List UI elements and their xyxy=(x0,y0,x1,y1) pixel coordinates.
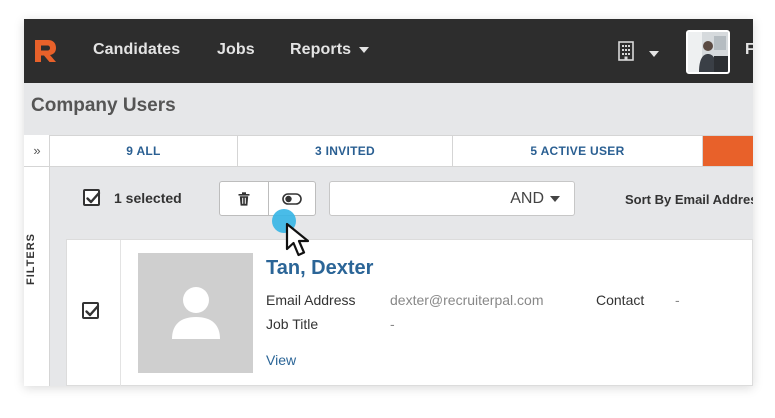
chevron-down-icon xyxy=(550,196,560,202)
user-select-checkbox[interactable] xyxy=(82,302,100,319)
selected-count: 1 selected xyxy=(114,190,182,206)
search-operator-select[interactable]: AND xyxy=(510,190,560,208)
checkmark-icon xyxy=(86,191,101,204)
bulk-action-buttons xyxy=(219,181,316,216)
top-nav-bar: Candidates Jobs Reports F xyxy=(24,19,753,83)
job-title-label: Job Title xyxy=(266,316,319,332)
person-placeholder-icon xyxy=(171,287,220,339)
job-title-value: - xyxy=(390,316,395,332)
card-select-column xyxy=(67,240,121,386)
contact-value: - xyxy=(675,292,680,308)
page-title: Company Users xyxy=(31,95,176,116)
building-icon[interactable] xyxy=(618,41,634,61)
filters-label: FILTERS xyxy=(25,232,37,285)
contact-label: Contact xyxy=(596,292,645,308)
user-photo-placeholder xyxy=(138,253,253,373)
user-avatar[interactable] xyxy=(686,30,730,74)
double-chevron-right-icon[interactable]: » xyxy=(24,135,50,167)
bulk-action-toolbar: 1 selected AND Sort By Email Address xyxy=(50,167,753,229)
nav-reports[interactable]: Reports xyxy=(290,41,370,59)
avatar-photo-icon xyxy=(688,32,728,72)
chevron-down-icon xyxy=(359,47,370,53)
search-operator-value: AND xyxy=(510,190,544,207)
status-tabs: 9 ALL 3 INVITED 5 ACTIVE USER xyxy=(50,135,753,167)
view-link[interactable]: View xyxy=(266,352,296,368)
nav-candidates[interactable]: Candidates xyxy=(93,41,180,59)
nav-jobs[interactable]: Jobs xyxy=(217,41,255,59)
brand-logo[interactable] xyxy=(32,38,58,64)
tab-active-user[interactable]: 5 ACTIVE USER xyxy=(453,136,703,166)
delete-button[interactable] xyxy=(220,182,268,215)
tab-all[interactable]: 9 ALL xyxy=(50,136,238,166)
nav-reports-label: Reports xyxy=(290,41,352,58)
search-input[interactable]: AND xyxy=(329,181,575,216)
user-name[interactable]: Tan, Dexter xyxy=(266,257,373,280)
tab-invited[interactable]: 3 INVITED xyxy=(238,136,453,166)
toggle-status-button[interactable] xyxy=(267,182,316,215)
select-all-checkbox[interactable] xyxy=(83,189,101,206)
email-value: dexter@recruiterpal.com xyxy=(390,292,544,308)
sort-dropdown[interactable]: Sort By Email Address xyxy=(625,192,753,207)
trash-icon xyxy=(238,191,250,206)
tab-more[interactable] xyxy=(703,136,753,166)
user-card: Tan, Dexter Email Address dexter@recruit… xyxy=(66,239,753,386)
app-window: Candidates Jobs Reports F Company Users … xyxy=(24,19,753,386)
checkmark-icon xyxy=(85,304,100,317)
nav-jobs-label: Jobs xyxy=(217,41,255,58)
filters-sidebar[interactable]: » FILTERS xyxy=(24,135,50,386)
avatar-name-edge: F xyxy=(745,41,753,58)
email-label: Email Address xyxy=(266,292,356,308)
company-chevron-down-icon[interactable] xyxy=(649,51,659,57)
toggle-icon xyxy=(281,192,302,205)
nav-candidates-label: Candidates xyxy=(93,41,181,58)
mouse-pointer-icon xyxy=(285,222,310,257)
